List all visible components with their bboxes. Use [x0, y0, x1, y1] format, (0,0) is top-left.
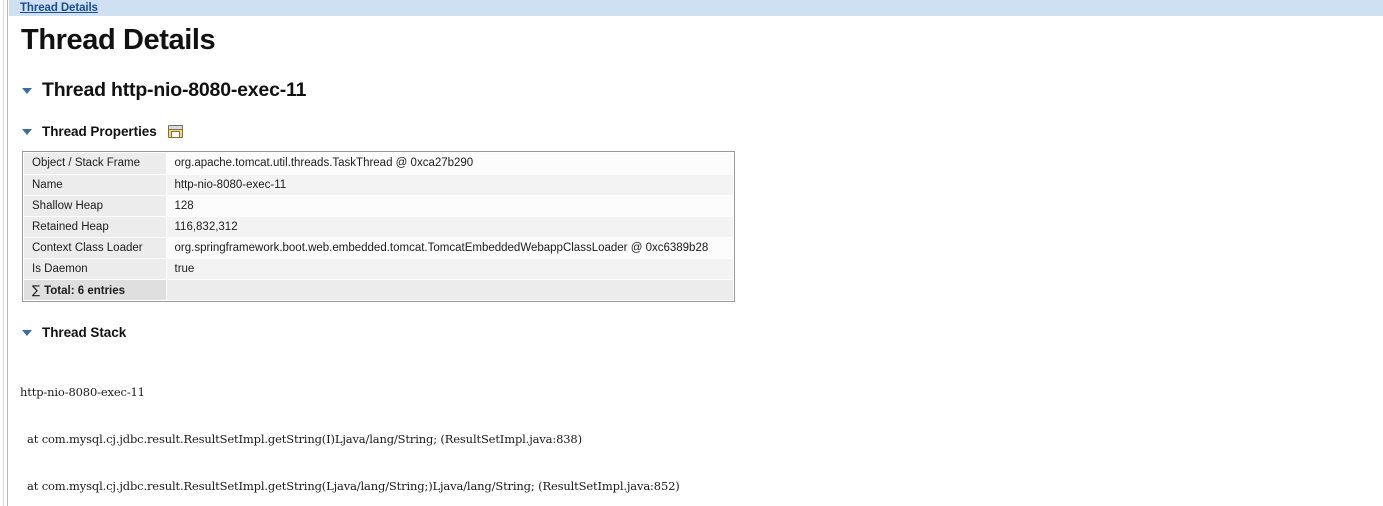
table-cell-value: http-nio-8080-exec-11 — [166, 174, 733, 196]
sigma-icon: ∑ — [32, 282, 41, 297]
section-thread: Thread http-nio-8080-exec-11 — [21, 79, 1383, 102]
table-row[interactable]: Context Class Loader org.springframework… — [24, 237, 733, 259]
breadcrumb-link-thread-details[interactable]: Thread Details — [20, 2, 98, 14]
table-row[interactable]: Shallow Heap 128 — [24, 195, 733, 217]
section-thread-properties: Thread Properties — [21, 124, 1383, 139]
triangle-down-icon[interactable] — [21, 326, 34, 339]
page-title: Thread Details — [21, 24, 216, 56]
breadcrumb: Thread Details — [9, 0, 1383, 17]
triangle-down-icon[interactable] — [21, 84, 34, 97]
table-cell-value: 128 — [166, 195, 733, 217]
table-cell-value: true — [166, 258, 733, 280]
table-cell-value: org.springframework.boot.web.embedded.to… — [166, 237, 733, 259]
table-cell-value: 116,832,312 — [166, 216, 733, 238]
table-row[interactable]: Retained Heap 116,832,312 — [24, 216, 733, 238]
thread-properties-table: Object / Stack Frame org.apache.tomcat.u… — [24, 153, 733, 300]
table-row-total: ∑ Total: 6 entries — [24, 279, 733, 300]
table-total-label: ∑ Total: 6 entries — [24, 279, 167, 300]
stack-trace-line: at com.mysql.cj.jdbc.result.ResultSetImp… — [20, 431, 582, 446]
section-thread-properties-header[interactable]: Thread Properties — [21, 124, 1383, 139]
section-thread-header[interactable]: Thread http-nio-8080-exec-11 — [21, 79, 1383, 102]
thread-details-page: Thread Details Thread Details Thread htt… — [0, 0, 1383, 506]
table-cell-key: Shallow Heap — [24, 195, 167, 217]
table-row[interactable]: Name http-nio-8080-exec-11 — [24, 174, 733, 196]
page-content: Thread Details Thread Details Thread htt… — [9, 0, 1383, 506]
thread-stack-trace[interactable]: http-nio-8080-exec-11 at com.mysql.cj.jd… — [11, 354, 1383, 506]
section-thread-properties-title: Thread Properties — [42, 124, 157, 139]
table-cell-value: org.apache.tomcat.util.threads.TaskThrea… — [166, 153, 733, 175]
table-row[interactable]: Is Daemon true — [24, 258, 733, 280]
table-window-icon[interactable] — [167, 125, 183, 138]
stack-trace-line: http-nio-8080-exec-11 — [20, 385, 145, 400]
table-cell-key: Name — [24, 174, 167, 196]
section-thread-title: Thread http-nio-8080-exec-11 — [42, 79, 307, 101]
thread-properties-table-wrapper: Object / Stack Frame org.apache.tomcat.u… — [22, 151, 735, 302]
thread-properties-table-body: Object / Stack Frame org.apache.tomcat.u… — [24, 153, 733, 300]
section-thread-stack-header[interactable]: Thread Stack — [21, 325, 1383, 340]
table-cell-key: Retained Heap — [24, 216, 167, 238]
triangle-down-icon[interactable] — [21, 125, 34, 138]
table-cell-key: Context Class Loader — [24, 237, 167, 259]
table-total-text: Total: 6 entries — [44, 284, 126, 297]
table-cell-key: Object / Stack Frame — [24, 153, 167, 175]
table-cell-key: Is Daemon — [24, 258, 167, 280]
stack-trace-line: at com.mysql.cj.jdbc.result.ResultSetImp… — [20, 478, 680, 493]
section-thread-stack-title: Thread Stack — [42, 325, 127, 340]
table-row[interactable]: Object / Stack Frame org.apache.tomcat.u… — [24, 153, 733, 175]
window-left-rail — [0, 0, 8, 506]
table-total-value — [166, 279, 733, 300]
section-thread-stack: Thread Stack — [21, 325, 1383, 340]
